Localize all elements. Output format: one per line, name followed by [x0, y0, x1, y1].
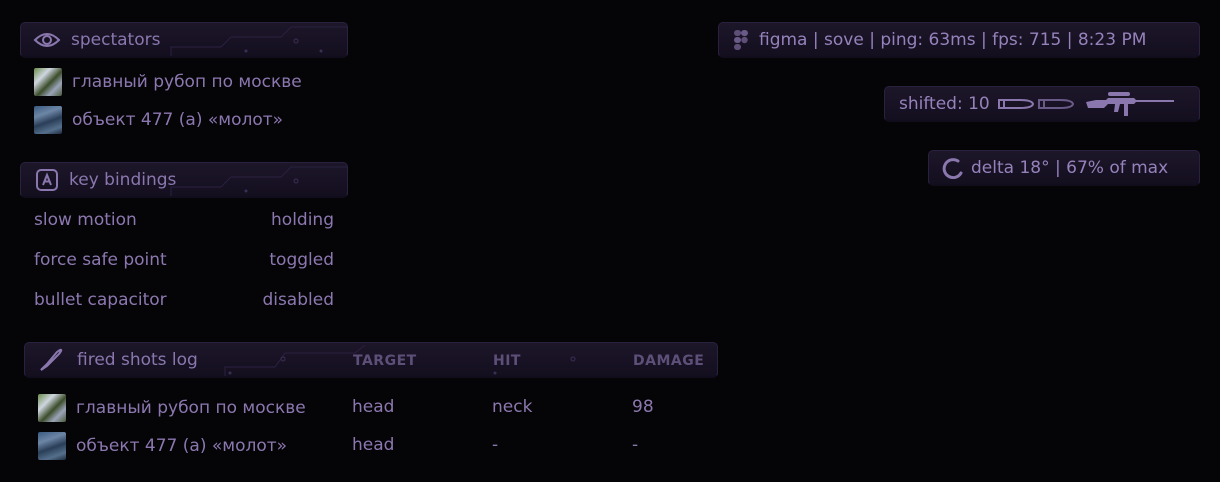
shot-target-cell: head: [352, 397, 395, 417]
keybind-name: slow motion: [34, 210, 137, 230]
spectator-row: главный рубоп по москве: [34, 68, 302, 96]
eye-icon: [33, 30, 61, 50]
keybind-state: toggled: [269, 250, 334, 270]
keybind-state: disabled: [262, 290, 334, 310]
bullet-icon: [37, 346, 65, 374]
spectator-name: главный рубоп по москве: [72, 72, 302, 92]
shot-row-name: объект 477 (а) «молот»: [38, 432, 287, 460]
avatar: [38, 394, 66, 422]
bullet-icon: [1037, 97, 1074, 111]
keybind-row: force safe point toggled: [34, 250, 334, 270]
sniper-rifle-icon: [1084, 90, 1176, 118]
arc-gauge-icon: [941, 157, 963, 179]
shot-target-cell: head: [352, 435, 395, 455]
keybind-state: holding: [271, 210, 334, 230]
shot-hit-cell: -: [492, 435, 499, 455]
shots-log-panel: fired shots log TARGET HIT DAMAGE: [24, 342, 718, 378]
column-header-hit: HIT: [493, 353, 521, 369]
spectator-name: объект 477 (а) «молот»: [72, 110, 284, 130]
avatar: [34, 106, 62, 134]
shot-target-name: главный рубоп по москве: [76, 398, 306, 418]
keybind-row: slow motion holding: [34, 210, 334, 230]
spectators-panel: spectators: [20, 22, 348, 58]
spectator-row: объект 477 (а) «молот»: [34, 106, 283, 134]
watermark-text: figma | sove | ping: 63ms | fps: 715 | 8…: [759, 29, 1147, 50]
shifted-panel: shifted: 10: [884, 86, 1200, 122]
shot-damage-cell: 98: [632, 397, 654, 417]
keybind-name: force safe point: [34, 250, 167, 270]
spectators-title: spectators: [71, 29, 161, 50]
shot-damage-cell: -: [632, 435, 639, 455]
keybind-row: bullet capacitor disabled: [34, 290, 334, 310]
keyboard-key-icon: [35, 168, 59, 192]
avatar: [34, 68, 62, 96]
avatar: [38, 432, 66, 460]
bullet-icon: [997, 97, 1034, 111]
shot-row-name: главный рубоп по москве: [38, 394, 306, 422]
keybinds-panel: key bindings: [20, 162, 348, 198]
watermark-panel: figma | sove | ping: 63ms | fps: 715 | 8…: [718, 22, 1200, 58]
shot-hit-cell: neck: [492, 397, 533, 417]
shot-target-name: объект 477 (а) «молот»: [76, 436, 288, 456]
shifted-text: shifted: 10: [899, 93, 990, 114]
column-header-damage: DAMAGE: [633, 353, 705, 369]
delta-panel: delta 18° | 67% of max: [928, 150, 1200, 186]
delta-text: delta 18° | 67% of max: [971, 157, 1169, 178]
shots-log-title: fired shots log: [77, 349, 198, 370]
column-header-target: TARGET: [353, 353, 417, 369]
figma-logo-icon: [733, 29, 749, 51]
keybinds-title: key bindings: [69, 169, 177, 190]
keybind-name: bullet capacitor: [34, 290, 167, 310]
